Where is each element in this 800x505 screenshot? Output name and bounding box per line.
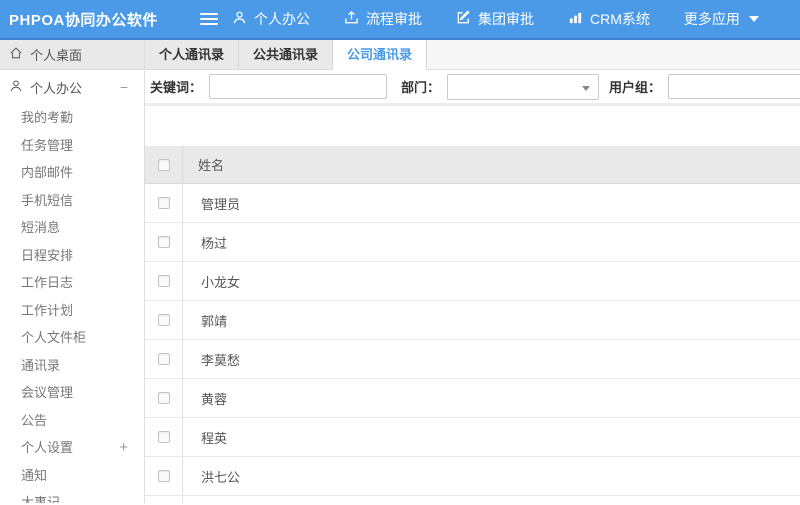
row-checkbox[interactable]: [157, 392, 170, 404]
select-all-checkbox[interactable]: [157, 158, 170, 171]
user-group-input[interactable]: [668, 74, 800, 99]
tab-bar: 个人通讯录 公共通讯录 公司通讯录: [145, 40, 800, 70]
row-checkbox[interactable]: [157, 275, 170, 287]
collapse-icon[interactable]: −: [120, 79, 128, 95]
bar-chart-icon: [568, 10, 590, 28]
table-row[interactable]: 洪七公: [145, 457, 800, 496]
flow-icon: [344, 10, 366, 28]
caret-down-icon: [748, 16, 759, 22]
row-checkbox[interactable]: [157, 431, 170, 443]
table-row-partial[interactable]: [145, 496, 800, 503]
table-row[interactable]: 小龙女: [145, 262, 800, 301]
user-icon: [232, 10, 254, 28]
expand-icon[interactable]: +: [119, 434, 128, 462]
sidebar-item-announcements[interactable]: 公告: [0, 407, 144, 435]
contact-name: 黄蓉: [201, 391, 228, 407]
contact-name: 小龙女: [201, 274, 241, 290]
table-row[interactable]: 李莫愁: [145, 340, 800, 379]
sidebar-section-personal-office[interactable]: 个人办公 −: [0, 70, 144, 104]
app-header: PHPOA协同办公软件 个人办公 流程审批 集团审批 CRM系统 更多应用: [0, 0, 800, 40]
sidebar-item-file-cabinet[interactable]: 个人文件柜: [0, 324, 144, 352]
department-label: 部门：: [401, 80, 441, 95]
keyword-input[interactable]: [209, 74, 388, 99]
toolbar-spacer: [145, 106, 800, 146]
contact-name: 杨过: [201, 235, 228, 251]
user-group-label: 用户组：: [608, 80, 661, 95]
sidebar: 个人桌面 个人办公 − 我的考勤 任务管理 内部邮件 手机短信 短消息 日程安排…: [0, 40, 145, 503]
sidebar-section-label: 个人办公: [30, 80, 83, 96]
contact-name: 李莫愁: [201, 352, 241, 368]
contact-name: 管理员: [201, 196, 241, 212]
contacts-table: 姓名 管理员 杨过 小龙女 郭靖 李莫愁 黄蓉 程英 洪七公: [145, 146, 800, 503]
row-checkbox[interactable]: [157, 353, 170, 365]
table-row[interactable]: 程英: [145, 418, 800, 457]
nav-label: 更多应用: [683, 11, 740, 27]
department-select[interactable]: [447, 73, 599, 100]
contact-name: 郭靖: [201, 313, 228, 329]
sidebar-item-sms[interactable]: 手机短信: [0, 187, 144, 215]
tab-public-addressbook[interactable]: 公共通讯录: [239, 40, 334, 69]
tab-company-addressbook[interactable]: 公司通讯录: [333, 40, 428, 70]
keyword-label: 关键词：: [150, 80, 203, 95]
nav-item-workflow-approval[interactable]: 流程审批: [344, 9, 422, 29]
sidebar-item-internal-mail[interactable]: 内部邮件: [0, 159, 144, 187]
sidebar-item-schedule[interactable]: 日程安排: [0, 242, 144, 270]
row-checkbox[interactable]: [157, 197, 170, 209]
name-column-header: 姓名: [198, 158, 225, 173]
sidebar-item-contacts[interactable]: 通讯录: [0, 352, 144, 380]
sidebar-item-work-log[interactable]: 工作日志: [0, 269, 144, 297]
nav-label: CRM系统: [590, 11, 650, 27]
top-nav: 个人办公 流程审批 集团审批 CRM系统 更多应用: [232, 9, 793, 29]
table-row[interactable]: 杨过: [145, 223, 800, 262]
sidebar-item-attendance[interactable]: 我的考勤: [0, 104, 144, 132]
nav-item-group-approval[interactable]: 集团审批: [456, 9, 534, 29]
edit-square-icon: [456, 10, 478, 28]
user-icon: [9, 79, 30, 96]
tab-personal-addressbook[interactable]: 个人通讯录: [145, 40, 240, 69]
table-row[interactable]: 郭靖: [145, 301, 800, 340]
sidebar-item-label: 个人设置: [21, 440, 74, 455]
menu-icon[interactable]: [200, 10, 218, 28]
nav-label: 个人办公: [254, 11, 310, 27]
contact-name: 程英: [201, 430, 228, 446]
contact-name: 洪七公: [201, 469, 241, 485]
sidebar-item-desktop[interactable]: 个人桌面: [0, 40, 144, 70]
row-checkbox[interactable]: [157, 470, 170, 482]
row-checkbox[interactable]: [157, 236, 170, 248]
table-row[interactable]: 黄蓉: [145, 379, 800, 418]
row-checkbox[interactable]: [157, 314, 170, 326]
nav-item-personal-office[interactable]: 个人办公: [232, 9, 310, 29]
sidebar-item-notifications[interactable]: 通知: [0, 462, 144, 490]
filter-bar: 关键词： 部门： 用户组：: [145, 70, 800, 106]
nav-item-crm[interactable]: CRM系统: [568, 9, 650, 29]
sidebar-menu: 我的考勤 任务管理 内部邮件 手机短信 短消息 日程安排 工作日志 工作计划 个…: [0, 104, 144, 503]
sidebar-item-label: 个人桌面: [30, 48, 83, 63]
table-row[interactable]: 管理员: [145, 184, 800, 223]
nav-label: 集团审批: [478, 11, 534, 27]
sidebar-item-meetings[interactable]: 会议管理: [0, 379, 144, 407]
app-title: PHPOA协同办公软件: [9, 11, 158, 29]
sidebar-item-short-message[interactable]: 短消息: [0, 214, 144, 242]
content-area: 个人通讯录 公共通讯录 公司通讯录 关键词： 部门： 用户组： 姓名 管理员 杨…: [145, 40, 800, 503]
sidebar-item-milestones[interactable]: 大事记: [0, 489, 144, 503]
sidebar-item-personal-settings[interactable]: 个人设置 +: [0, 434, 144, 462]
header-checkbox-cell: [145, 146, 183, 183]
sidebar-item-tasks[interactable]: 任务管理: [0, 132, 144, 160]
table-header-row: 姓名: [145, 146, 800, 184]
sidebar-item-work-plan[interactable]: 工作计划: [0, 297, 144, 325]
nav-label: 流程审批: [366, 11, 422, 27]
caret-down-icon: [581, 85, 590, 91]
home-icon: [9, 46, 30, 63]
nav-item-more-apps[interactable]: 更多应用: [684, 9, 759, 29]
